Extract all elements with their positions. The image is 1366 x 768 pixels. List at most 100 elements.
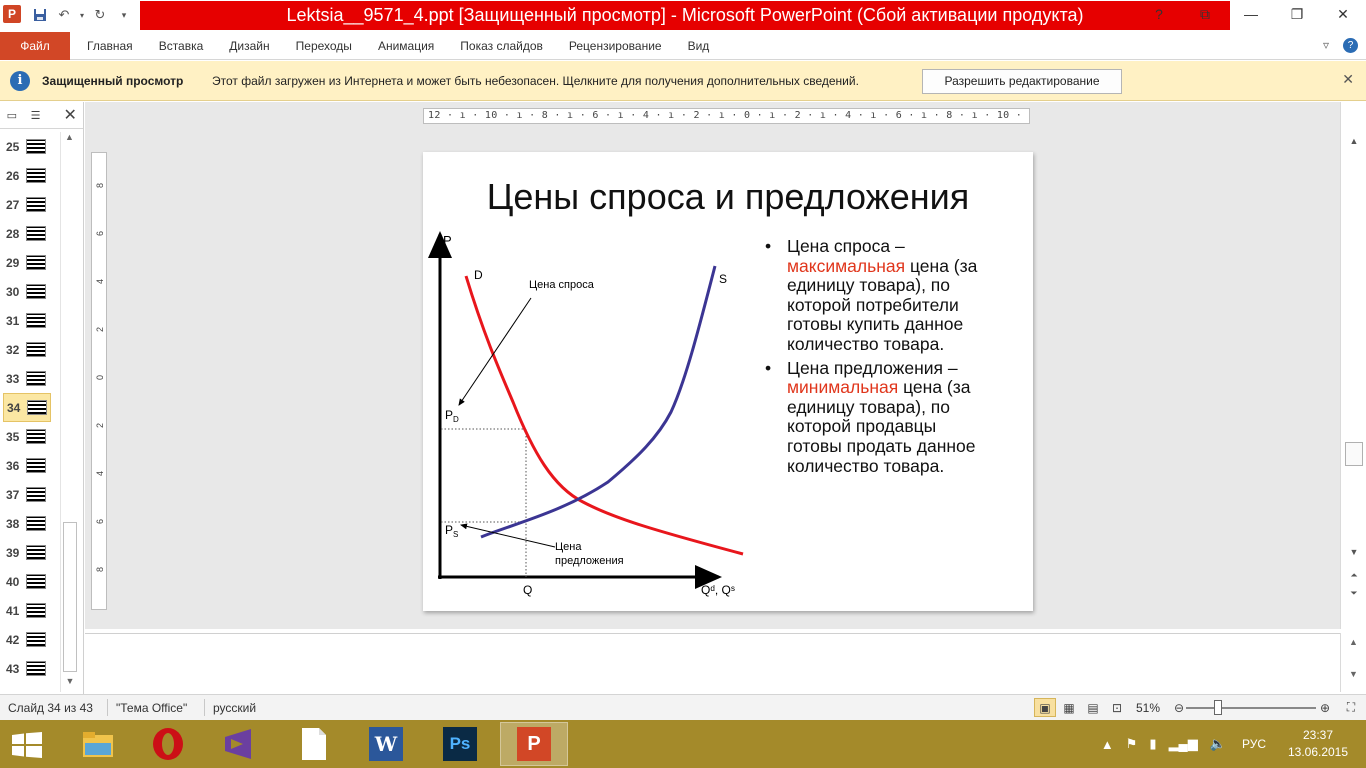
- slides-panel-scrollbar[interactable]: ▲ ▼: [60, 132, 78, 692]
- visual-studio-taskbar[interactable]: [204, 722, 272, 766]
- slide-bullets[interactable]: Цена спроса – максимальная цена (за един…: [763, 236, 993, 480]
- close-message-icon[interactable]: ✕: [1342, 71, 1354, 88]
- supply-label: S: [719, 272, 727, 286]
- language-indicator[interactable]: русский: [213, 701, 256, 715]
- redo-icon[interactable]: ↻: [90, 5, 110, 25]
- tab-home[interactable]: Главная: [74, 30, 146, 60]
- slide-scrollbar[interactable]: ▲ ▼ ⏶ ⏷: [1340, 102, 1366, 629]
- fit-to-window-icon[interactable]: ⛶: [1340, 698, 1362, 717]
- word-taskbar[interactable]: W: [352, 722, 420, 766]
- slide-thumbnail-item[interactable]: 37: [0, 480, 60, 509]
- save-icon[interactable]: [30, 5, 50, 25]
- slide-thumbnail-icon: [26, 139, 46, 154]
- input-language-indicator[interactable]: РУС: [1242, 737, 1266, 751]
- slide-thumbnail-item[interactable]: 31: [0, 306, 60, 335]
- normal-view-icon[interactable]: ▣: [1034, 698, 1056, 717]
- protected-view-message[interactable]: Этот файл загружен из Интернета и может …: [212, 74, 859, 88]
- slide-sorter-icon[interactable]: ▦: [1058, 698, 1080, 717]
- close-icon[interactable]: ✕: [1320, 0, 1366, 28]
- powerpoint-app-icon[interactable]: P: [3, 5, 21, 23]
- undo-icon[interactable]: ↶: [54, 5, 74, 25]
- tab-transitions[interactable]: Переходы: [283, 30, 365, 60]
- zoom-level[interactable]: 51%: [1136, 701, 1160, 715]
- slide-thumbnail-item[interactable]: 26: [0, 161, 60, 190]
- restore-ribbon-icon[interactable]: ⧉: [1182, 0, 1228, 28]
- volume-icon[interactable]: 🔈: [1210, 736, 1226, 752]
- network-signal-icon[interactable]: ▂▄▆: [1169, 736, 1198, 752]
- tab-animation[interactable]: Анимация: [365, 30, 447, 60]
- slide-thumbnail-item[interactable]: 33: [0, 364, 60, 393]
- tab-design[interactable]: Дизайн: [216, 30, 282, 60]
- tab-slideshow[interactable]: Показ слайдов: [447, 30, 556, 60]
- ribbon-tabs: Файл Главная Вставка Дизайн Переходы Ани…: [0, 30, 1366, 60]
- slide-thumbnail-item[interactable]: 36: [0, 451, 60, 480]
- slide-thumbnail-item[interactable]: 43: [0, 654, 60, 683]
- slide-thumbnail-item[interactable]: 35: [0, 422, 60, 451]
- clock[interactable]: 23:37 13.06.2015: [1276, 727, 1360, 761]
- minimize-icon[interactable]: —: [1228, 0, 1274, 28]
- theme-name[interactable]: "Тема Office": [116, 701, 187, 715]
- show-hidden-icons-icon[interactable]: ▲: [1101, 737, 1114, 752]
- slide-number: 30: [6, 284, 20, 299]
- slide-thumbnail-item[interactable]: 30: [0, 277, 60, 306]
- slide-scroll-thumb[interactable]: [1345, 442, 1363, 466]
- slide-thumbnail-icon: [26, 313, 46, 328]
- close-panel-icon[interactable]: ✕: [57, 105, 83, 125]
- maximize-icon[interactable]: ❐: [1274, 0, 1320, 28]
- zoom-in-icon[interactable]: ⊕: [1314, 698, 1336, 717]
- scroll-thumb[interactable]: [63, 522, 77, 672]
- help-circle-icon[interactable]: ?: [1343, 38, 1358, 53]
- file-explorer-taskbar[interactable]: [64, 722, 132, 766]
- scroll-up-icon[interactable]: ▲: [61, 132, 78, 148]
- zoom-slider[interactable]: [1186, 707, 1316, 709]
- start-button-icon[interactable]: [12, 732, 42, 758]
- expand-ribbon-icon[interactable]: ▿: [1323, 38, 1329, 53]
- slide-thumbnail-item[interactable]: 41: [0, 596, 60, 625]
- slide-thumbnail-item[interactable]: 38: [0, 509, 60, 538]
- undo-dropdown-icon[interactable]: ▾: [78, 5, 86, 25]
- scroll-up-icon[interactable]: ▲: [1341, 637, 1366, 647]
- customize-toolbar-icon[interactable]: ▾: [114, 5, 134, 25]
- scroll-down-icon[interactable]: ▼: [1341, 669, 1366, 679]
- slide-thumbnail-item[interactable]: 34: [3, 393, 51, 422]
- reading-view-icon[interactable]: ▤: [1082, 698, 1104, 717]
- scroll-down-icon[interactable]: ▼: [61, 676, 79, 692]
- slide-thumbnail-item[interactable]: 28: [0, 219, 60, 248]
- slide-number: 39: [6, 545, 20, 560]
- enable-editing-button[interactable]: Разрешить редактирование: [922, 69, 1122, 94]
- slide-number: 35: [6, 429, 20, 444]
- zoom-slider-thumb[interactable]: [1214, 700, 1222, 715]
- vertical-ruler-mark: 4: [95, 279, 105, 285]
- slide-thumbnail-item[interactable]: 40: [0, 567, 60, 596]
- tab-view[interactable]: Вид: [675, 30, 723, 60]
- document-taskbar[interactable]: [280, 722, 348, 766]
- slide-thumbnail-item[interactable]: 27: [0, 190, 60, 219]
- opera-taskbar[interactable]: [134, 722, 202, 766]
- slide-thumbnail-item[interactable]: 25: [0, 132, 60, 161]
- help-icon[interactable]: ?: [1136, 0, 1182, 28]
- scroll-up-icon[interactable]: ▲: [1345, 136, 1363, 152]
- slides-tab-icon[interactable]: ▭: [0, 104, 24, 126]
- previous-slide-icon[interactable]: ⏶: [1345, 570, 1363, 586]
- tab-insert[interactable]: Вставка: [146, 30, 217, 60]
- slide-thumbnail-item[interactable]: 32: [0, 335, 60, 364]
- slide-thumbnail-item[interactable]: 42: [0, 625, 60, 654]
- powerpoint-taskbar[interactable]: P: [500, 722, 568, 766]
- slideshow-view-icon[interactable]: ⊡: [1106, 698, 1128, 717]
- tab-file[interactable]: Файл: [0, 32, 70, 60]
- slide-canvas[interactable]: Цены спроса и предложения P D S Цена спр…: [423, 152, 1033, 611]
- scroll-down-icon[interactable]: ▼: [1345, 547, 1363, 563]
- notes-pane[interactable]: [85, 633, 1340, 692]
- slide-number: 36: [6, 458, 20, 473]
- battery-icon[interactable]: ▮: [1149, 736, 1156, 752]
- slide-thumbnail-item[interactable]: 29: [0, 248, 60, 277]
- slide-number: 27: [6, 197, 20, 212]
- photoshop-taskbar[interactable]: Ps: [426, 722, 494, 766]
- slide-thumbnail-icon: [26, 516, 46, 531]
- outline-tab-icon[interactable]: ☰: [24, 104, 48, 126]
- tab-review[interactable]: Рецензирование: [556, 30, 675, 60]
- notes-scrollbar[interactable]: ▲ ▼: [1340, 633, 1366, 692]
- next-slide-icon[interactable]: ⏷: [1345, 588, 1363, 604]
- slide-thumbnail-item[interactable]: 39: [0, 538, 60, 567]
- action-center-flag-icon[interactable]: ⚑: [1126, 736, 1138, 752]
